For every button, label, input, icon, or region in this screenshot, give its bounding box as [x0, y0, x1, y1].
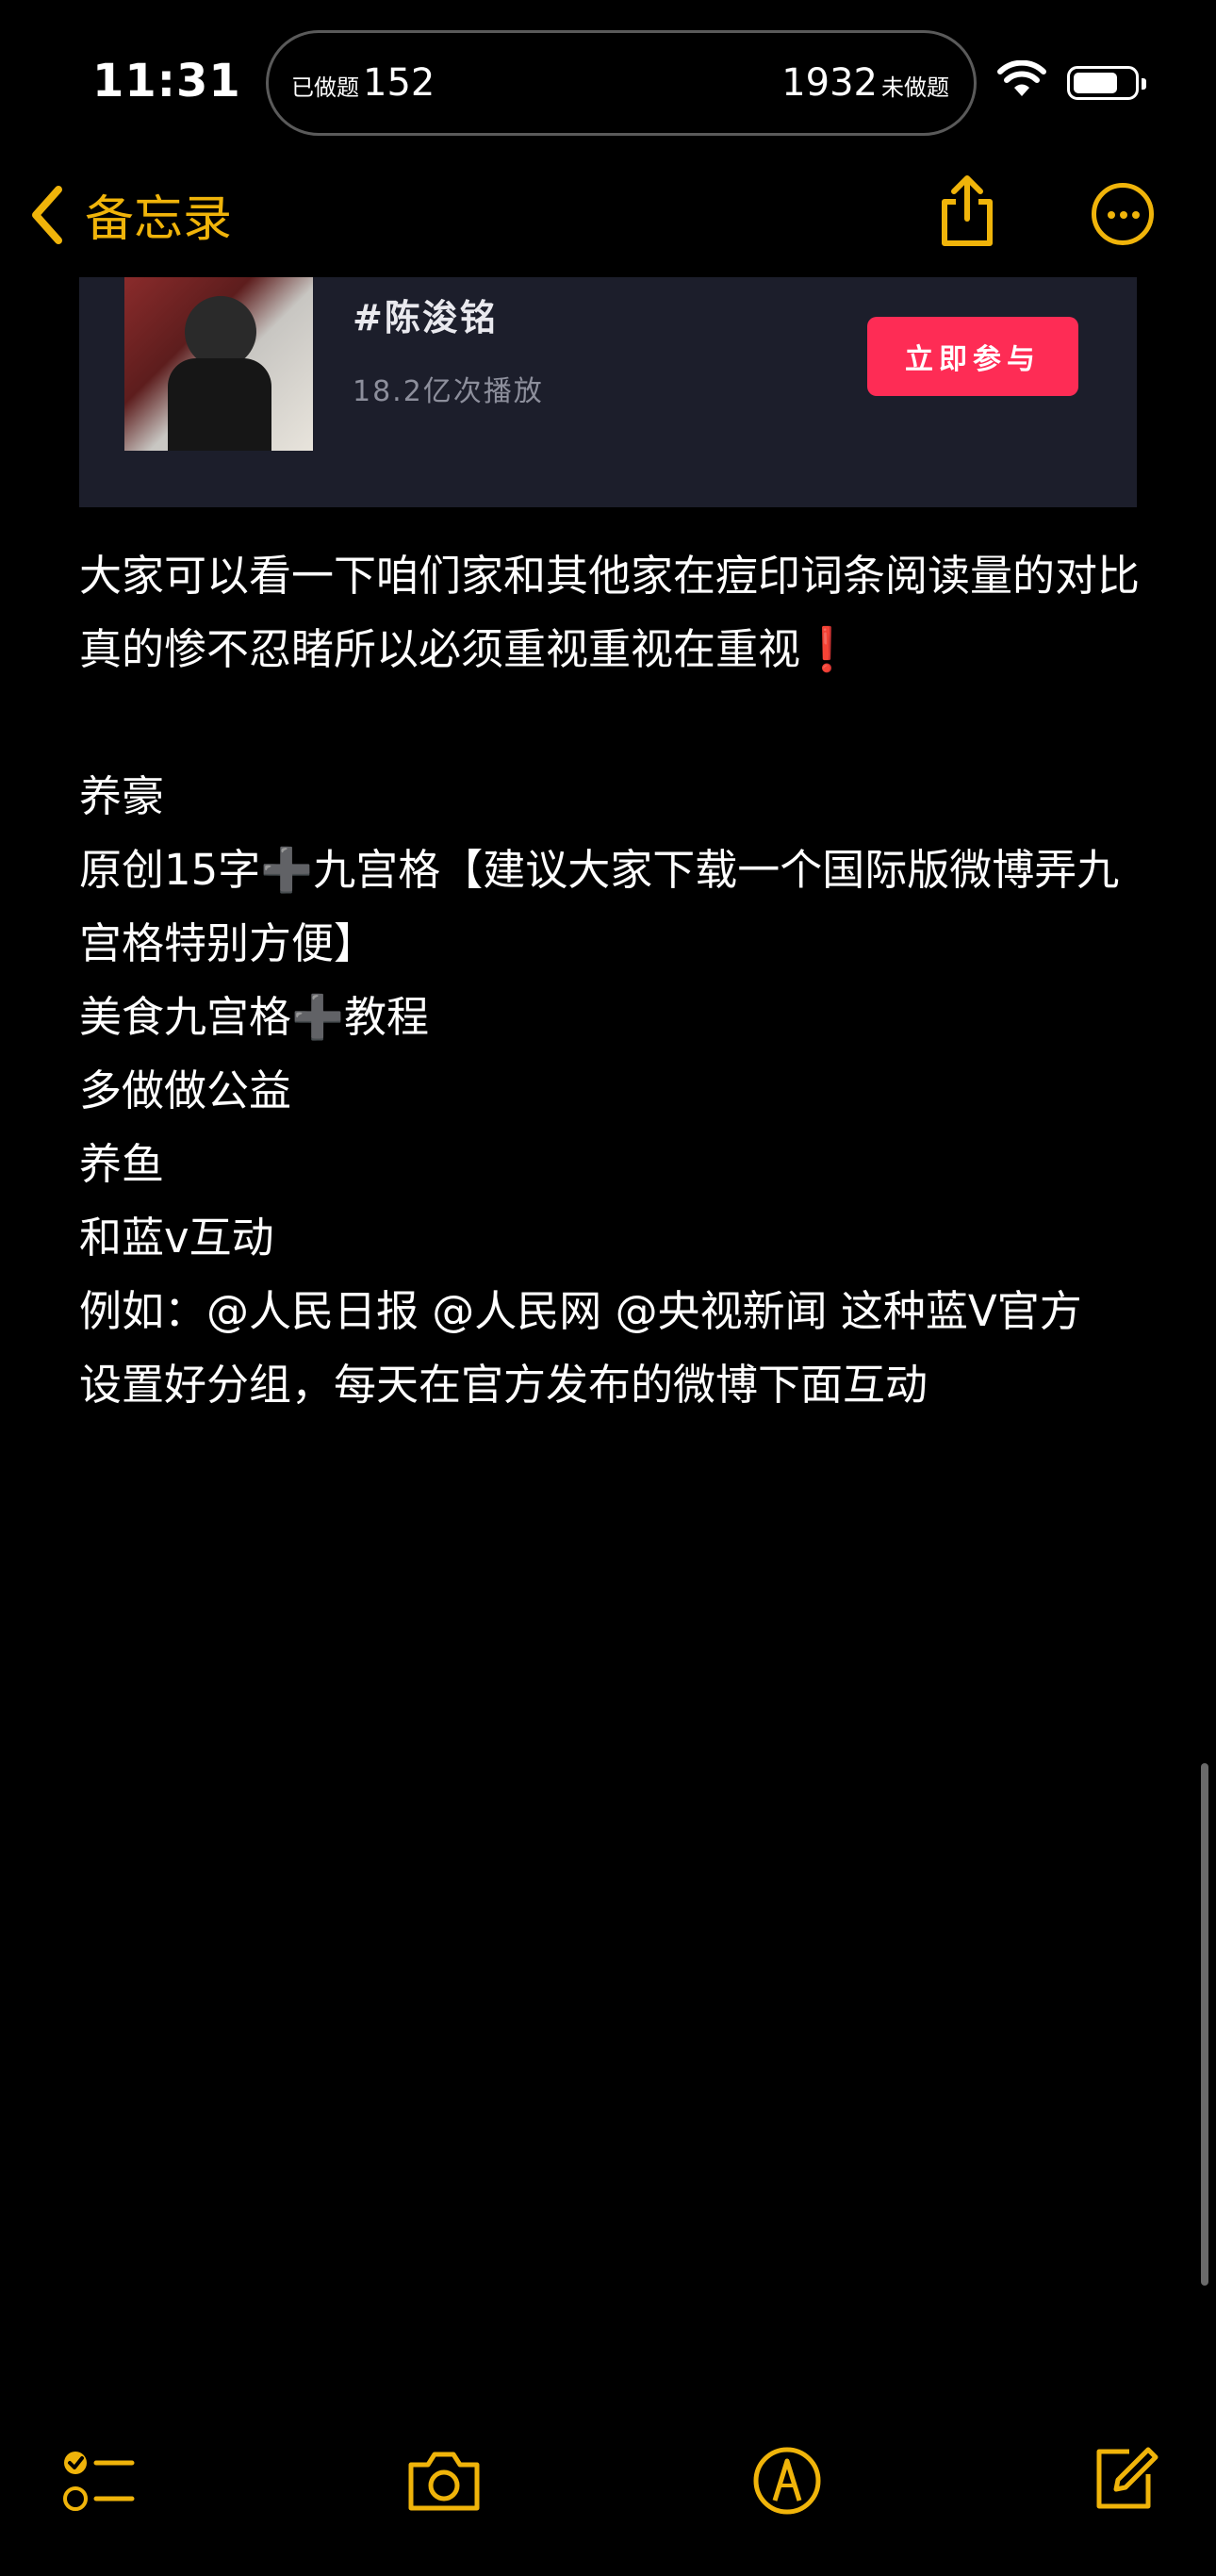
scrollbar[interactable] — [1201, 1763, 1208, 2286]
done-count: 152 — [363, 61, 435, 105]
note-heading: 养豪 — [79, 771, 165, 821]
checklist-button[interactable] — [60, 2446, 136, 2521]
camera-icon — [408, 2452, 480, 2511]
note-line: 多做做公益 — [79, 1065, 292, 1115]
note-body[interactable]: 大家可以看一下咱们家和其他家在痘印词条阅读量的对比真的惨不忍睹所以必须重视重视在… — [79, 539, 1144, 1422]
topic-thumbnail — [124, 277, 313, 451]
topic-title: #陈浚铭 — [353, 297, 498, 339]
dynamic-island: 已做题 152 1932 未做题 — [266, 30, 977, 136]
undone-count: 1932 — [781, 61, 878, 105]
camera-button[interactable] — [405, 2448, 483, 2518]
share-button[interactable] — [937, 173, 997, 253]
note-line: 设置好分组，每天在官方发布的微博下面互动 — [79, 1360, 928, 1410]
back-label: 备忘录 — [85, 191, 233, 248]
more-button[interactable] — [1092, 183, 1154, 245]
battery-icon — [1067, 66, 1146, 100]
exclamation-icon: ❗ — [800, 624, 854, 674]
plus-icon: ➕ — [291, 992, 345, 1042]
undone-label: 未做题 — [881, 74, 949, 101]
topic-card[interactable]: #陈浚铭 18.2亿次播放 立即参与 — [79, 277, 1137, 507]
note-line: 美食九宫格➕教程 — [79, 992, 430, 1042]
back-button[interactable]: 备忘录 — [30, 179, 232, 250]
join-button[interactable]: 立即参与 — [867, 317, 1078, 396]
status-time: 11:31 — [92, 55, 241, 107]
done-label: 已做题 — [291, 74, 359, 101]
compose-button[interactable] — [1092, 2440, 1159, 2516]
note-line: 原创15字➕九宫格【建议大家下载一个国际版微博弄九宫格特别方便】 — [79, 845, 1120, 968]
plus-icon: ➕ — [260, 845, 314, 895]
markup-icon — [753, 2447, 821, 2515]
chevron-left-icon — [32, 185, 62, 244]
markup-button[interactable] — [750, 2444, 824, 2521]
note-line: 养鱼 — [79, 1139, 165, 1189]
topic-play-count: 18.2亿次播放 — [353, 375, 544, 408]
note-line: 例如：@人民日报 @人民网 @央视新闻 这种蓝V官方 — [79, 1286, 1082, 1336]
compose-icon — [1096, 2447, 1158, 2509]
note-line: 和蓝v互动 — [79, 1213, 274, 1263]
note-paragraph: 大家可以看一下咱们家和其他家在痘印词条阅读量的对比真的惨不忍睹所以必须重视重视在… — [79, 551, 1141, 674]
wifi-icon — [997, 59, 1046, 102]
checklist-icon — [63, 2452, 135, 2511]
share-icon — [942, 175, 993, 246]
